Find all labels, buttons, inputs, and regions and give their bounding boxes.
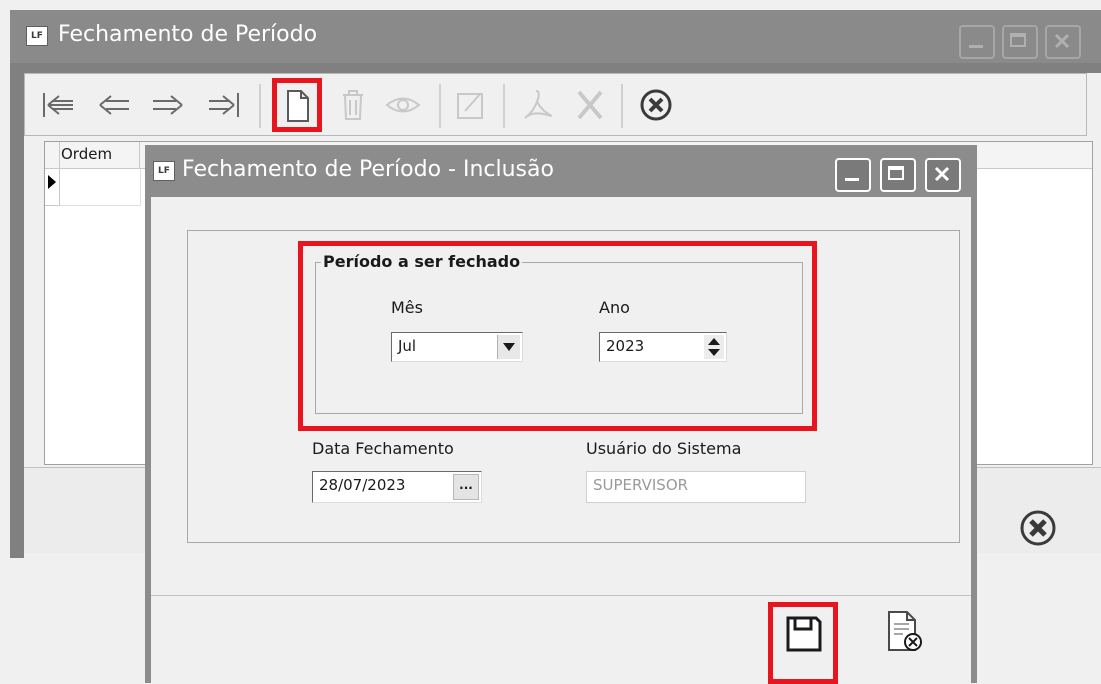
- column-divider: [139, 142, 140, 168]
- year-label: Ano: [599, 298, 630, 317]
- year-spin-buttons[interactable]: [704, 335, 724, 359]
- date-picker-button[interactable]: ...: [453, 474, 479, 500]
- dialog-app-icon: LF: [153, 161, 175, 181]
- user-label: Usuário do Sistema: [586, 439, 742, 458]
- next-record-icon[interactable]: [151, 90, 185, 120]
- previous-record-icon[interactable]: [97, 90, 131, 120]
- dialog-title-bar[interactable]: LF Fechamento de Período - Inclusão: [145, 145, 977, 197]
- month-select[interactable]: Jul: [391, 332, 523, 362]
- cancel-document-icon[interactable]: [885, 610, 925, 654]
- month-select-value: Jul: [398, 337, 417, 355]
- new-record-button[interactable]: [272, 78, 322, 132]
- pdf-icon[interactable]: [521, 88, 555, 122]
- toolbar-separator: [503, 84, 505, 128]
- dialog-footer: [151, 595, 971, 684]
- close-date-field[interactable]: 28/07/2023 ...: [312, 471, 482, 503]
- dialog-main-group: Período a ser fechado Mês Jul Ano 2023 D…: [187, 230, 960, 543]
- row-indicator: [45, 169, 60, 206]
- spin-up-down-icon: [708, 338, 720, 356]
- trash-icon[interactable]: [339, 88, 367, 122]
- close-icon: [1054, 33, 1070, 49]
- dialog-title: Fechamento de Período - Inclusão: [182, 157, 554, 182]
- main-close-button[interactable]: [1045, 25, 1081, 59]
- year-stepper[interactable]: 2023: [599, 332, 727, 362]
- close-circle-icon[interactable]: [1018, 508, 1058, 548]
- column-header-ordem[interactable]: Ordem: [61, 145, 112, 163]
- app-icon: LF: [26, 26, 48, 46]
- period-highlight: Período a ser fechado Mês Jul Ano 2023: [298, 241, 817, 431]
- toolbar: [24, 73, 1087, 136]
- last-record-icon[interactable]: [207, 90, 241, 120]
- dialog-maximize-button[interactable]: [880, 158, 916, 192]
- year-stepper-value: 2023: [606, 337, 645, 355]
- close-date-value: 28/07/2023: [319, 476, 406, 494]
- edit-icon[interactable]: [455, 89, 487, 121]
- minimize-icon: [845, 178, 859, 181]
- toolbar-separator: [621, 84, 623, 128]
- maximize-icon: [1010, 33, 1026, 47]
- user-field: SUPERVISOR: [586, 471, 806, 503]
- main-maximize-button[interactable]: [1002, 25, 1038, 59]
- new-document-icon: [287, 90, 309, 122]
- save-button[interactable]: [768, 602, 838, 684]
- close-date-label: Data Fechamento: [312, 439, 454, 458]
- current-row-arrow-icon: [48, 175, 56, 189]
- maximize-icon: [888, 166, 904, 180]
- month-label: Mês: [391, 298, 423, 317]
- dialog-close-button[interactable]: [925, 158, 961, 192]
- excel-icon[interactable]: [575, 88, 605, 122]
- month-dropdown-button[interactable]: [497, 335, 520, 359]
- dialog-minimize-button[interactable]: [835, 158, 871, 192]
- toolbar-separator: [439, 84, 441, 128]
- dialog-client-area: Período a ser fechado Mês Jul Ano 2023 D…: [151, 197, 971, 684]
- minimize-icon: [969, 45, 983, 48]
- main-title-bar[interactable]: LF Fechamento de Período: [10, 10, 1101, 63]
- close-circle-icon[interactable]: [639, 88, 673, 122]
- inclusion-dialog: LF Fechamento de Período - Inclusão Perí…: [145, 145, 977, 684]
- main-minimize-button[interactable]: [959, 25, 995, 59]
- first-record-icon[interactable]: [41, 90, 75, 120]
- period-group-title: Período a ser fechado: [321, 252, 523, 271]
- table-row[interactable]: [60, 169, 141, 206]
- toolbar-separator: [259, 84, 261, 128]
- chevron-down-icon: [503, 343, 515, 351]
- close-icon: [934, 166, 950, 182]
- save-disk-icon: [786, 616, 822, 652]
- period-group-box: [315, 262, 803, 414]
- eye-icon[interactable]: [385, 92, 421, 118]
- row-indicator-header: [45, 142, 60, 168]
- main-window-title: Fechamento de Período: [58, 22, 318, 47]
